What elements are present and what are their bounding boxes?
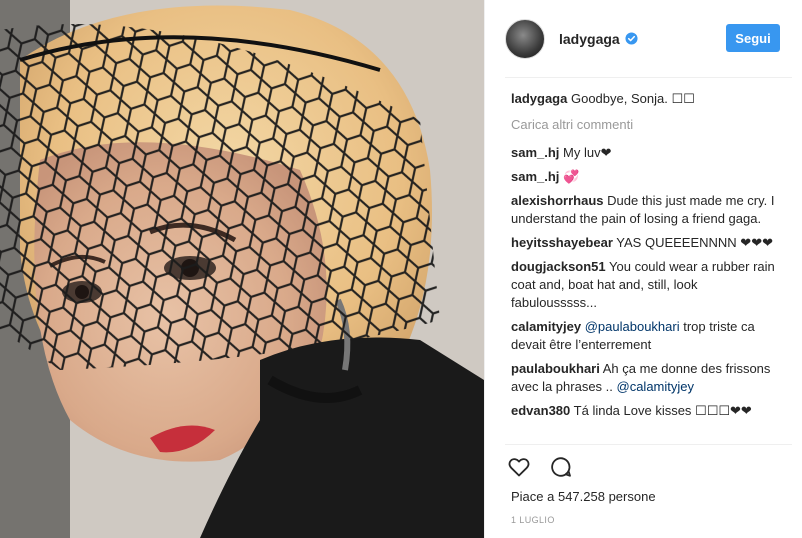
comment-item: sam_.hj 💞 xyxy=(511,168,780,186)
comment-text: 💞 xyxy=(563,169,580,184)
comment-text: My luv❤ xyxy=(563,145,612,160)
heart-icon[interactable] xyxy=(507,455,531,479)
post-photo[interactable] xyxy=(0,0,484,538)
avatar[interactable] xyxy=(505,18,545,59)
comment-item: edvan380 Tá linda Love kisses ☐☐☐❤❤ xyxy=(511,402,780,420)
likes-count[interactable]: Piace a 547.258 persone xyxy=(511,489,656,504)
comment-user[interactable]: heyitsshayebear xyxy=(511,235,613,250)
comment-user[interactable]: sam_.hj xyxy=(511,169,559,184)
instagram-post: ladygaga Segui ladygaga Goodbye, Sonja. … xyxy=(0,0,802,538)
action-buttons xyxy=(507,455,573,479)
comment-icon[interactable] xyxy=(549,455,573,479)
comment-user[interactable]: edvan380 xyxy=(511,403,570,418)
load-more-comments-link[interactable]: Carica altri commenti xyxy=(511,116,780,134)
author-username[interactable]: ladygaga xyxy=(559,31,620,47)
comment-mention[interactable]: @paulaboukhari xyxy=(585,319,680,334)
comment-text: YAS QUEEEENNNN ❤❤❤ xyxy=(616,235,773,250)
post-side-panel: ladygaga Segui ladygaga Goodbye, Sonja. … xyxy=(484,0,802,538)
comment-item: dougjackson51 You could wear a rubber ra… xyxy=(511,258,780,312)
caption-user[interactable]: ladygaga xyxy=(511,91,567,106)
caption: ladygaga Goodbye, Sonja. ☐☐ xyxy=(511,90,780,108)
caption-text: Goodbye, Sonja. ☐☐ xyxy=(570,91,695,106)
post-date[interactable]: 1 LUGLIO xyxy=(511,515,555,525)
comment-item: paulaboukhari Ah ça me donne des frisson… xyxy=(511,360,780,396)
post-actions-section: Piace a 547.258 persone 1 LUGLIO xyxy=(505,444,792,525)
follow-button[interactable]: Segui xyxy=(726,24,780,52)
comment-text: Tá linda Love kisses ☐☐☐❤❤ xyxy=(573,403,752,418)
comment-user[interactable]: dougjackson51 xyxy=(511,259,606,274)
post-header: ladygaga Segui xyxy=(505,0,792,78)
comments-list: ladygaga Goodbye, Sonja. ☐☐ Carica altri… xyxy=(511,90,780,426)
comment-item: calamityjey @paulaboukhari trop triste c… xyxy=(511,318,780,354)
comment-user[interactable]: alexishorrhaus xyxy=(511,193,604,208)
comment-user[interactable]: paulaboukhari xyxy=(511,361,600,376)
comment-user[interactable]: sam_.hj xyxy=(511,145,559,160)
comment-user[interactable]: calamityjey xyxy=(511,319,581,334)
portrait-image xyxy=(0,0,484,538)
verified-badge-icon xyxy=(625,32,638,45)
comment-item: alexishorrhaus Dude this just made me cr… xyxy=(511,192,780,228)
comment-item: heyitsshayebear YAS QUEEEENNNN ❤❤❤ xyxy=(511,234,780,252)
comment-item: sam_.hj My luv❤ xyxy=(511,144,780,162)
comment-mention[interactable]: @calamityjey xyxy=(617,379,695,394)
